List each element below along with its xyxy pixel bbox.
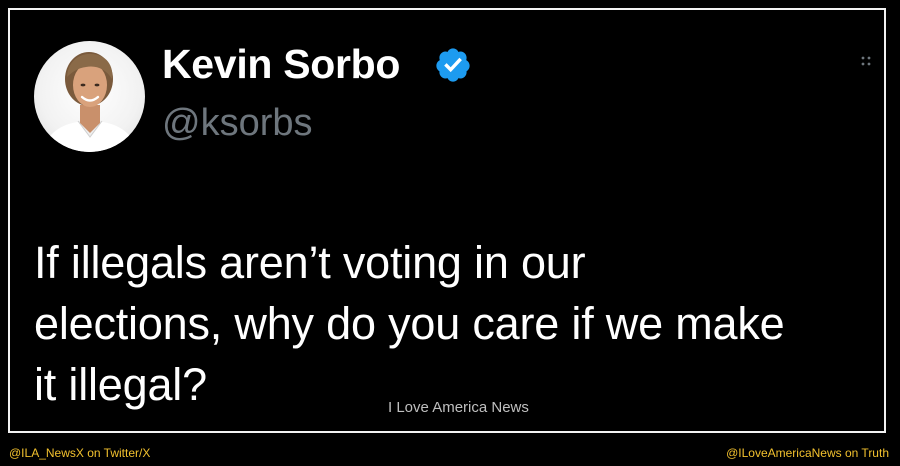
footer-twitter-handle: @ILA_NewsX on Twitter/X (9, 446, 151, 460)
tweet-card: Kevin Sorbo @ksorbs If illegals aren’t v… (8, 8, 886, 433)
verified-badge-icon (436, 48, 470, 82)
tweet-text-line: If illegals aren’t voting in our (34, 237, 586, 288)
tweet-text: If illegals aren’t voting in our electio… (34, 232, 874, 415)
tweet-text-line: elections, why do you care if we make (34, 298, 785, 349)
footer-truth-handle: @ILoveAmericaNews on Truth (726, 446, 889, 460)
author-handle[interactable]: @ksorbs (162, 100, 313, 146)
watermark: I Love America News (388, 399, 529, 416)
author-display-name[interactable]: Kevin Sorbo (162, 40, 400, 88)
avatar-portrait (42, 52, 138, 152)
avatar[interactable] (34, 41, 145, 152)
more-options-icon[interactable] (858, 54, 880, 68)
